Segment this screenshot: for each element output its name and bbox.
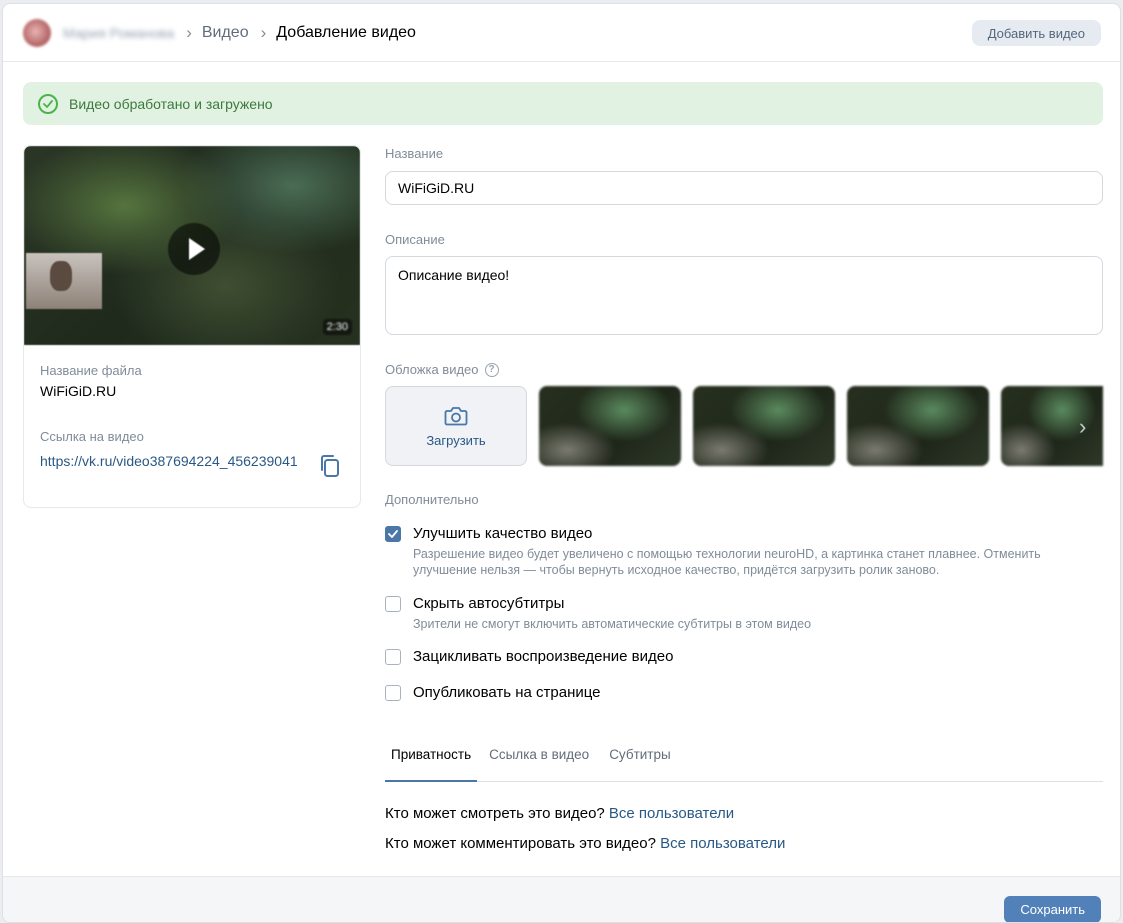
video-duration: 2:30 [322,319,352,335]
description-label: Описание [385,232,445,247]
option-loop-video[interactable]: Зацикливать воспроизведение видео [385,647,673,667]
title-input[interactable]: WiFiGiD.RU [385,171,1103,205]
checkbox-loop-video[interactable] [385,649,401,665]
option-hint: Зрители не смогут включить автоматически… [413,617,812,631]
video-thumbnail[interactable]: 2:30 [24,146,360,345]
option-publish-on-page[interactable]: Опубликовать на странице [385,683,601,703]
tab-privacy[interactable]: Приватность [385,738,478,782]
upload-cover-button[interactable]: Загрузить [385,386,527,466]
privacy-view-row: Кто может смотреть это видео? Все пользо… [385,805,734,822]
description-textarea[interactable]: Описание видео! [385,256,1103,335]
extra-options-label: Дополнительно [385,492,479,507]
save-button[interactable]: Сохранить [1004,896,1101,922]
checkbox-enhance-quality[interactable] [385,526,401,542]
title-label: Название [385,146,444,161]
privacy-comment-question: Кто может комментировать это видео? [385,835,656,852]
add-video-button[interactable]: Добавить видео [971,20,1101,46]
video-upload-window: Мария Романова › Видео › Добавление виде… [2,3,1121,923]
cover-label-row: Обложка видео ? [385,362,499,377]
checkbox-hide-autosubtitles[interactable] [385,596,401,612]
file-name-value: WiFiGiD.RU [40,383,117,399]
option-enhance-quality[interactable]: Улучшить качество видео Разрешение видео… [385,524,1093,578]
tab-video-link[interactable]: Ссылка в видео [481,738,597,782]
check-circle-icon [38,93,58,114]
cover-thumbnail[interactable] [1001,386,1103,466]
privacy-view-select[interactable]: Все пользователи [609,805,734,822]
chevron-right-icon: › [260,23,267,42]
user-name[interactable]: Мария Романова [63,25,174,41]
cover-thumbnail[interactable] [693,386,835,466]
play-icon[interactable] [168,223,220,275]
success-text: Видео обработано и загружено [69,95,273,112]
video-preview-card: 2:30 Название файла WiFiGiD.RU Ссылка на… [23,145,361,508]
privacy-comment-row: Кто может комментировать это видео? Все … [385,835,785,852]
header: Мария Романова › Видео › Добавление виде… [3,4,1120,62]
chevron-right-icon[interactable]: › [1079,414,1086,440]
privacy-view-question: Кто может смотреть это видео? [385,805,605,822]
checkbox-publish-on-page[interactable] [385,685,401,701]
option-title: Опубликовать на странице [413,684,601,701]
option-hide-autosubtitles[interactable]: Скрыть автосубтитры Зрители не смогут вк… [385,594,1093,632]
cover-thumbnail[interactable] [539,386,681,466]
success-banner: Видео обработано и загружено [23,82,1103,125]
file-name-label: Название файла [40,363,142,378]
footer: Сохранить [3,876,1120,922]
video-link[interactable]: https://vk.ru/video387694224_456239041 [40,451,306,471]
copy-icon[interactable] [319,454,341,478]
cover-thumbnail[interactable] [847,386,989,466]
privacy-comment-select[interactable]: Все пользователи [660,835,785,852]
help-icon[interactable]: ? [484,362,499,377]
option-title: Скрыть автосубтитры [413,595,565,612]
tab-subtitles[interactable]: Субтитры [601,738,679,782]
avatar[interactable] [23,18,51,47]
option-title: Зацикливать воспроизведение видео [413,648,674,665]
breadcrumb-current: Добавление видео [276,23,416,41]
settings-tabs: Приватность Ссылка в видео Субтитры [385,738,1103,782]
breadcrumb-video[interactable]: Видео [202,24,249,42]
camera-icon [444,406,468,425]
video-link-label: Ссылка на видео [40,429,144,444]
option-hint: Разрешение видео будет увеличено с помощ… [413,547,1041,577]
upload-label: Загрузить [426,432,486,448]
cover-label: Обложка видео [385,362,479,377]
webcam-overlay [26,253,102,309]
chevron-right-icon: › [186,23,192,42]
option-title: Улучшить качество видео [413,525,593,542]
